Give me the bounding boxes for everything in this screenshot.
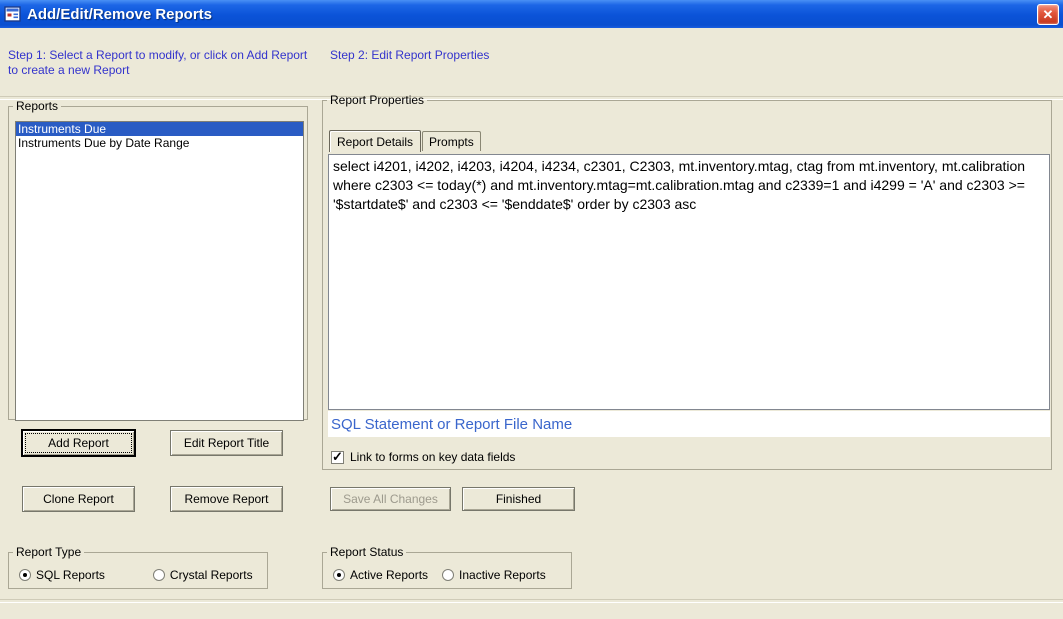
report-type-option-sql-reports[interactable]: SQL Reports	[19, 568, 105, 582]
radio-label: Crystal Reports	[170, 568, 253, 582]
sql-caption-label: SQL Statement or Report File Name	[331, 416, 572, 433]
finished-button[interactable]: Finished	[462, 487, 575, 511]
list-item[interactable]: Instruments Due	[16, 122, 303, 136]
app-icon	[4, 5, 22, 23]
radio-label: SQL Reports	[36, 568, 105, 582]
save-all-changes-button[interactable]: Save All Changes	[330, 487, 451, 511]
report-status-label: Report Status	[327, 545, 406, 559]
radio-label: Inactive Reports	[459, 568, 546, 582]
radio-icon[interactable]	[442, 569, 454, 581]
radio-icon[interactable]	[19, 569, 31, 581]
radio-icon[interactable]	[333, 569, 345, 581]
report-type-groupbox: Report Type SQL Reports Crystal Reports	[8, 545, 268, 589]
clone-report-button[interactable]: Clone Report	[22, 486, 135, 512]
report-properties-groupbox: Report Properties Report DetailsPrompts …	[322, 93, 1052, 470]
edit-report-title-button[interactable]: Edit Report Title	[170, 430, 283, 456]
report-status-groupbox: Report Status Active Reports Inactive Rep…	[322, 545, 572, 589]
reports-list[interactable]: Instruments DueInstruments Due by Date R…	[15, 121, 304, 421]
report-status-option-inactive-reports[interactable]: Inactive Reports	[442, 568, 546, 582]
reports-groupbox: Reports Instruments DueInstruments Due b…	[8, 99, 308, 420]
radio-icon[interactable]	[153, 569, 165, 581]
dialog-window: Add/Edit/Remove Reports ✕ Step 1: Select…	[0, 0, 1063, 619]
report-properties-label: Report Properties	[327, 93, 427, 107]
sql-statement-input[interactable]: select i4201, i4202, i4203, i4204, i4234…	[328, 154, 1050, 410]
tab-report-details[interactable]: Report Details	[329, 130, 421, 152]
sql-caption-strip: SQL Statement or Report File Name	[328, 411, 1050, 437]
link-forms-checkbox-row[interactable]: Link to forms on key data fields	[331, 450, 515, 464]
window-title: Add/Edit/Remove Reports	[27, 6, 1037, 23]
add-report-button[interactable]: Add Report	[22, 430, 135, 456]
radio-label: Active Reports	[350, 568, 428, 582]
title-bar: Add/Edit/Remove Reports ✕	[0, 0, 1063, 28]
report-status-option-active-reports[interactable]: Active Reports	[333, 568, 428, 582]
checkbox-icon[interactable]	[331, 451, 344, 464]
report-type-label: Report Type	[13, 545, 84, 559]
close-button[interactable]: ✕	[1037, 4, 1059, 25]
tab-strip: Report DetailsPrompts	[329, 130, 482, 151]
step2-instruction: Step 2: Edit Report Properties	[330, 48, 730, 63]
step1-instruction: Step 1: Select a Report to modify, or cl…	[8, 48, 320, 78]
report-type-options: SQL Reports Crystal Reports	[19, 568, 253, 582]
remove-report-button[interactable]: Remove Report	[170, 486, 283, 512]
bottom-divider	[0, 599, 1063, 603]
list-item[interactable]: Instruments Due by Date Range	[16, 136, 303, 150]
report-type-option-crystal-reports[interactable]: Crystal Reports	[153, 568, 253, 582]
link-forms-checkbox-label: Link to forms on key data fields	[350, 450, 515, 464]
report-status-options: Active Reports Inactive Reports	[333, 568, 546, 582]
tab-prompts[interactable]: Prompts	[422, 131, 481, 151]
reports-group-label: Reports	[13, 99, 61, 113]
